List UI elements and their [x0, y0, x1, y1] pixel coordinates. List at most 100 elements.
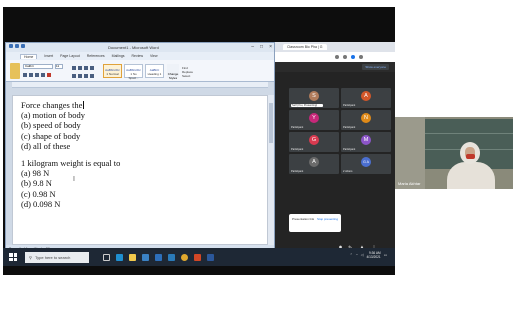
font-name-select[interactable]: Calibri: [23, 64, 53, 69]
doc-line: (c) shape of body: [21, 130, 81, 141]
doc-line: (d) 0.098 N: [21, 198, 61, 209]
strikethrough-icon[interactable]: [41, 73, 45, 77]
chrome-tab-strip: Classroom Bio Pha | G: [275, 42, 395, 52]
camera-feed: Maria Akhtar: [395, 117, 513, 189]
scrollbar-thumb[interactable]: [269, 103, 273, 143]
wall: [395, 117, 425, 189]
doc-line: (b) 9.8 N: [21, 178, 52, 189]
tab-mailings[interactable]: Mailings: [112, 54, 125, 58]
clock[interactable]: 9:36 AM 4/13/2021: [367, 251, 381, 259]
tab-insert[interactable]: Insert: [44, 54, 53, 58]
participant-tile[interactable]: S Self (You, Presenting): [289, 88, 339, 108]
participant-grid: S Self (You, Presenting) A Participant Y…: [289, 88, 393, 174]
file-explorer-icon[interactable]: [129, 253, 136, 261]
vertical-scrollbar[interactable]: [268, 95, 274, 245]
bullets-icon[interactable]: [72, 65, 76, 70]
close-icon[interactable]: ×: [269, 44, 272, 50]
presentation-card[interactable]: Presentation link Stop presenting: [289, 214, 341, 232]
mail-icon[interactable]: [155, 253, 162, 261]
align-left-icon[interactable]: [72, 73, 76, 78]
participant-name: Participant: [291, 148, 304, 151]
windows-start-icon[interactable]: [9, 253, 17, 261]
font-color-icon[interactable]: [47, 73, 51, 77]
italic-icon[interactable]: [29, 73, 33, 77]
action-center-icon[interactable]: ▭: [384, 253, 387, 257]
tab-home[interactable]: Home: [20, 53, 38, 59]
window-controls[interactable]: – □ ×: [251, 44, 272, 50]
chrome-icon[interactable]: [181, 253, 188, 261]
avatar: A: [361, 91, 371, 101]
word-icon[interactable]: [207, 253, 214, 261]
select-button[interactable]: Select: [182, 74, 202, 78]
photos-icon[interactable]: [168, 253, 175, 261]
ribbon-home: Calibri 11 AaBbCcDc 1 Normal AaBbCcDc 1 …: [6, 60, 274, 82]
minimize-icon[interactable]: –: [251, 44, 254, 50]
maximize-icon[interactable]: □: [260, 44, 263, 50]
show-everyone-button[interactable]: Show everyone: [362, 64, 389, 70]
store-icon[interactable]: [142, 253, 149, 261]
participant-name: Participant: [343, 126, 356, 129]
numbering-icon[interactable]: [78, 65, 82, 70]
style-normal[interactable]: AaBbCcDc 1 Normal: [103, 63, 122, 78]
tab-references[interactable]: References: [87, 54, 105, 58]
doc-line: (b) speed of body: [21, 120, 81, 131]
meet-top-bar: Show everyone: [275, 62, 395, 72]
tab-review[interactable]: Review: [132, 54, 143, 58]
tab-view[interactable]: View: [150, 54, 158, 58]
participant-name: Participant: [291, 170, 304, 173]
change-styles-button[interactable]: Change Styles: [167, 63, 179, 80]
menu-icon[interactable]: [359, 55, 363, 59]
participant-name: Self (You, Presenting): [291, 104, 323, 107]
ruler[interactable]: [12, 82, 268, 88]
avatar: G A: [361, 157, 371, 167]
notification-chevron-icon[interactable]: ⌃: [350, 253, 353, 257]
taskbar-search-input[interactable]: ⚲ Type here to search: [25, 251, 89, 263]
ribbon-tabs: Home Insert Page Layout References Maili…: [6, 52, 274, 60]
doc-line: (a) motion of body: [21, 110, 85, 121]
extension-icon[interactable]: [335, 55, 339, 59]
office-icon[interactable]: [194, 253, 201, 261]
paste-icon[interactable]: [10, 62, 20, 79]
network-icon[interactable]: ◔: [356, 253, 358, 257]
meet-window: Classroom Bio Pha | G Show everyone S Se…: [275, 42, 395, 252]
task-view-icon[interactable]: [103, 253, 110, 261]
participant-tile[interactable]: N Participant: [341, 110, 391, 130]
volume-icon[interactable]: ◁: [361, 253, 364, 257]
word-title-bar: Document1 - Microsoft Word – □ ×: [6, 43, 274, 52]
participant-tile[interactable]: Y Participant: [289, 110, 339, 130]
participant-tile[interactable]: M Participant: [341, 132, 391, 152]
font-size-select[interactable]: 11: [55, 64, 63, 69]
browser-tab[interactable]: Classroom Bio Pha | G: [283, 44, 327, 50]
quick-access-toolbar[interactable]: [9, 44, 25, 48]
doc-line: (a) 98 N: [21, 168, 50, 179]
participant-tile[interactable]: G Participant: [289, 132, 339, 152]
avatar: N: [361, 113, 371, 123]
stop-presenting-button[interactable]: Stop presenting: [317, 217, 338, 221]
align-right-icon[interactable]: [84, 73, 88, 78]
style-heading-1[interactable]: AaBbC Heading 1: [145, 63, 164, 78]
document-page[interactable]: Force changes the (a) motion of body (b)…: [12, 95, 268, 245]
avatar: S: [309, 91, 319, 101]
camera-name-label: Maria Akhtar: [398, 181, 421, 186]
edge-icon[interactable]: [116, 253, 123, 261]
star-icon[interactable]: [343, 55, 347, 59]
presentation-card-text: Presentation link: [292, 217, 315, 221]
style-no-spacing[interactable]: AaBbCcDc 1 No Spaci...: [124, 63, 143, 80]
indent-icon[interactable]: [84, 65, 88, 70]
font-group: Calibri 11: [23, 64, 63, 77]
justify-icon[interactable]: [90, 73, 94, 78]
bold-icon[interactable]: [23, 73, 27, 77]
windows-taskbar: ⚲ Type here to search ⌃ ◔ ◁ 9:36 AM 4/13…: [3, 248, 395, 266]
participant-tile[interactable]: G A 2 others: [341, 154, 391, 174]
profile-avatar[interactable]: [351, 55, 355, 59]
system-tray: ⌃ ◔ ◁ 9:36 AM 4/13/2021 ▭: [350, 251, 387, 259]
align-center-icon[interactable]: [78, 73, 82, 78]
format-buttons[interactable]: [23, 73, 63, 77]
clock-date: 4/13/2021: [366, 255, 381, 259]
avatar: A: [309, 157, 319, 167]
sort-icon[interactable]: [90, 65, 94, 70]
tab-page-layout[interactable]: Page Layout: [60, 54, 80, 58]
underline-icon[interactable]: [35, 73, 39, 77]
participant-tile[interactable]: A Participant: [341, 88, 391, 108]
participant-tile[interactable]: A Participant: [289, 154, 339, 174]
